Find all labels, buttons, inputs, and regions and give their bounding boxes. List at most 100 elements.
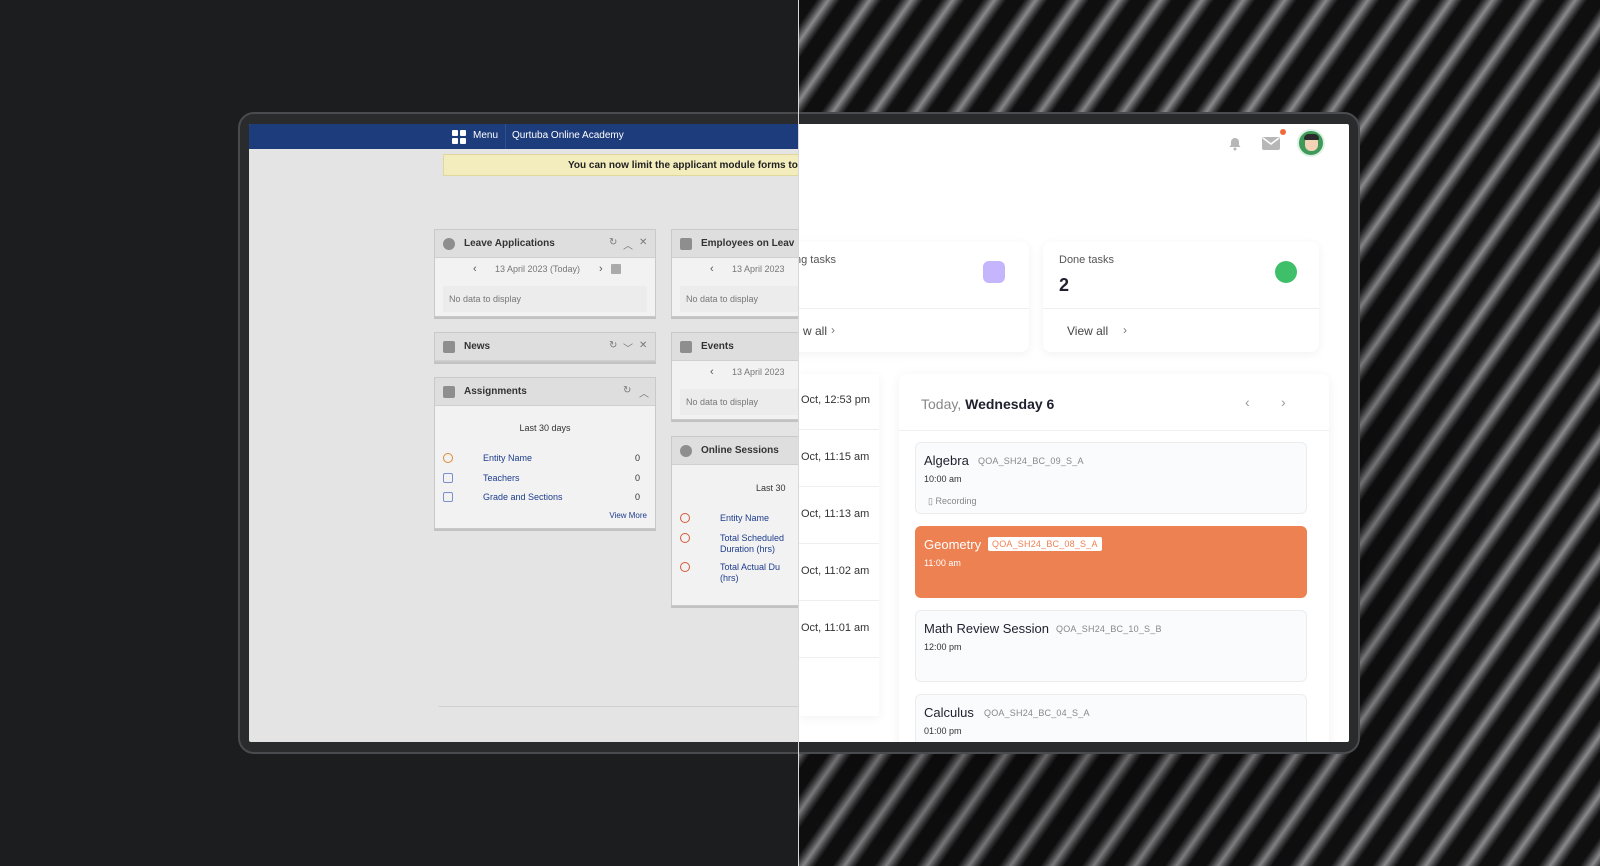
close-icon[interactable]: ✕ bbox=[639, 237, 647, 248]
collapse-icon[interactable]: ︿ bbox=[623, 237, 633, 252]
class-card[interactable]: Algebra QOA_SH24_BC_09_S_A 10:00 am ▯ Re… bbox=[915, 442, 1307, 514]
chevron-left-icon[interactable]: ‹ bbox=[1245, 394, 1250, 410]
legacy-topbar: Menu Qurtuba Online Academy bbox=[249, 124, 799, 149]
view-more-link[interactable]: View More bbox=[609, 511, 647, 520]
close-icon[interactable]: ✕ bbox=[639, 340, 647, 351]
chevron-right-icon[interactable]: › bbox=[1281, 394, 1286, 410]
row-label: Teachers bbox=[483, 473, 520, 483]
card-label: Done tasks bbox=[1059, 254, 1115, 266]
view-all-link[interactable]: View all bbox=[1067, 324, 1108, 338]
class-code: QOA_SH24_BC_08_S_A bbox=[988, 537, 1102, 551]
collapse-icon[interactable]: ︿ bbox=[639, 385, 649, 400]
schedule-header: Today, Wednesday 6 bbox=[921, 396, 1054, 412]
bell-icon[interactable] bbox=[1228, 137, 1242, 151]
events-icon bbox=[680, 341, 692, 353]
tablet-screen: Menu Qurtuba Online Academy You can now … bbox=[249, 124, 1349, 742]
class-name: Calculus bbox=[924, 705, 974, 720]
date-label: 13 April 2023 bbox=[732, 367, 785, 377]
tasks-icon bbox=[983, 261, 1005, 283]
chevron-right-icon[interactable]: › bbox=[831, 323, 835, 337]
pending-tasks-card: ng tasks w all › bbox=[799, 242, 1029, 352]
list-item[interactable]: Grade and Sections 0 bbox=[435, 489, 655, 507]
list-item[interactable]: Oct, 11:02 am bbox=[799, 545, 879, 601]
teachers-icon bbox=[443, 473, 453, 483]
footer-divider bbox=[439, 706, 799, 707]
date-label: 13 April 2023 (Today) bbox=[495, 264, 581, 274]
view-all-link[interactable]: w all bbox=[803, 324, 827, 338]
class-code: QOA_SH24_BC_09_S_A bbox=[978, 456, 1084, 466]
menu-button[interactable]: Menu bbox=[473, 130, 498, 141]
refresh-icon[interactable]: ↻ bbox=[623, 385, 631, 396]
schedule-panel: Today, Wednesday 6 ‹ › Algebra QOA_SH24_… bbox=[899, 374, 1329, 742]
list-item[interactable]: Oct, 11:15 am bbox=[799, 431, 879, 487]
done-tasks-card: Done tasks 2 View all › bbox=[1043, 242, 1319, 352]
online-sessions-widget: Online Sessions Last 30 Entity Name Tota… bbox=[671, 436, 799, 606]
comparison-divider[interactable] bbox=[798, 0, 799, 866]
chevron-right-icon[interactable]: › bbox=[1123, 323, 1127, 337]
period-label: Last 30 bbox=[756, 483, 786, 493]
day-label: Wednesday 6 bbox=[965, 396, 1055, 412]
employees-icon bbox=[680, 238, 692, 250]
prev-date-icon[interactable]: ‹ bbox=[473, 263, 477, 275]
refresh-icon[interactable]: ↻ bbox=[609, 237, 617, 248]
expand-icon[interactable]: ﹀ bbox=[623, 340, 633, 355]
check-icon bbox=[1275, 261, 1297, 283]
list-item[interactable]: Teachers 0 bbox=[435, 470, 655, 488]
prev-date-icon[interactable]: ‹ bbox=[710, 263, 714, 275]
avatar[interactable] bbox=[1297, 129, 1325, 157]
class-card[interactable]: Calculus QOA_SH24_BC_04_S_A 01:00 pm bbox=[915, 694, 1307, 742]
widget-title: Events bbox=[701, 341, 734, 352]
class-card-active[interactable]: Geometry QOA_SH24_BC_08_S_A 11:00 am bbox=[915, 526, 1307, 598]
class-name: Algebra bbox=[924, 453, 969, 468]
row-value: 0 bbox=[635, 473, 641, 483]
leave-icon bbox=[443, 238, 455, 250]
assignments-widget: Assignments ↻ ︿ Last 30 days Entity Name… bbox=[434, 377, 656, 529]
list-item[interactable]: Oct, 11:13 am bbox=[799, 488, 879, 544]
academy-name: Qurtuba Online Academy bbox=[512, 130, 624, 141]
employees-on-leave-widget: Employees on Leav ‹ 13 April 2023 No dat… bbox=[671, 229, 799, 317]
refresh-icon[interactable]: ↻ bbox=[609, 340, 617, 351]
card-label: ng tasks bbox=[799, 254, 836, 266]
mail-icon[interactable] bbox=[1262, 137, 1280, 150]
events-widget: Events ‹ 13 April 2023 No data to displa… bbox=[671, 332, 799, 420]
leave-applications-widget: Leave Applications ↻ ︿ ✕ ‹ 13 April 2023… bbox=[434, 229, 656, 317]
list-item[interactable]: Entity Name 0 bbox=[435, 450, 655, 468]
widget-title: Employees on Leav bbox=[701, 238, 795, 249]
row-label: Total Scheduled Duration (hrs) bbox=[720, 533, 785, 554]
list-item[interactable]: Oct, 12:53 pm bbox=[799, 374, 879, 430]
prev-date-icon[interactable]: ‹ bbox=[710, 366, 714, 378]
calendar-icon[interactable] bbox=[611, 264, 621, 274]
list-item[interactable]: Oct, 11:01 am bbox=[799, 602, 879, 658]
widget-title: Leave Applications bbox=[464, 238, 555, 249]
legacy-ui: Menu Qurtuba Online Academy You can now … bbox=[249, 124, 799, 742]
empty-state: No data to display bbox=[443, 286, 647, 312]
row-label: Grade and Sections bbox=[483, 492, 563, 502]
class-code: QOA_SH24_BC_04_S_A bbox=[984, 708, 1090, 718]
row-label: Entity Name bbox=[720, 513, 770, 523]
row-label: Total Actual Du (hrs) bbox=[720, 562, 781, 583]
unread-dot bbox=[1280, 129, 1286, 135]
row-value: 0 bbox=[635, 453, 641, 463]
class-card[interactable]: Math Review Session QOA_SH24_BC_10_S_B 1… bbox=[915, 610, 1307, 682]
recording-link[interactable]: ▯ Recording bbox=[928, 496, 976, 507]
widget-title: Assignments bbox=[464, 386, 527, 397]
notice-banner: You can now limit the applicant module f… bbox=[443, 154, 799, 176]
date-label: 13 April 2023 bbox=[732, 264, 785, 274]
class-name: Geometry bbox=[924, 537, 982, 552]
class-time: 11:00 am bbox=[924, 558, 961, 568]
entity-icon bbox=[680, 513, 690, 523]
entity-icon bbox=[443, 453, 453, 463]
widget-title: Online Sessions bbox=[701, 445, 779, 456]
next-date-icon[interactable]: › bbox=[599, 263, 603, 275]
row-value: 0 bbox=[635, 492, 641, 502]
assignments-icon bbox=[443, 386, 455, 398]
class-time: 12:00 pm bbox=[924, 642, 962, 652]
timer-icon bbox=[680, 562, 690, 572]
row-label: Entity Name bbox=[483, 453, 533, 463]
grades-icon bbox=[443, 492, 453, 502]
showcase-stage: Menu Qurtuba Online Academy You can now … bbox=[0, 0, 1600, 866]
news-icon bbox=[443, 341, 455, 353]
modern-ui: ng tasks w all › Done tasks 2 View all ›… bbox=[799, 124, 1349, 742]
menu-grid-icon[interactable] bbox=[452, 130, 466, 144]
class-name: Math Review Session bbox=[924, 621, 1049, 636]
